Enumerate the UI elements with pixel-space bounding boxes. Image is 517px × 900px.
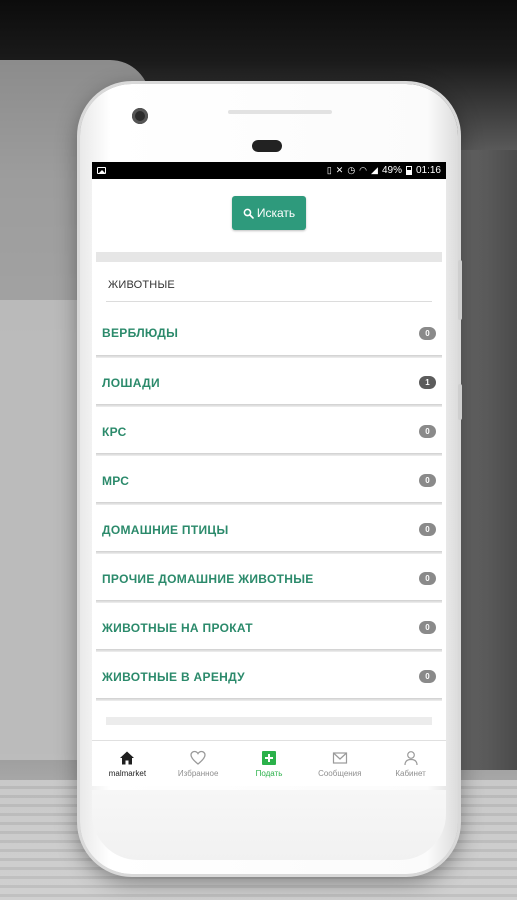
nav-messages-label: Сообщения <box>318 768 362 778</box>
category-item[interactable]: ЖИВОТНЫЕ В АРЕНДУ 0 <box>96 652 442 701</box>
divider-band <box>96 252 442 262</box>
heart-icon <box>190 750 206 765</box>
front-camera <box>132 108 148 124</box>
search-area: Искать <box>92 179 446 252</box>
signal-icon: ◢ <box>371 165 378 175</box>
volume-button <box>458 260 462 320</box>
background-blur-light <box>0 300 90 760</box>
envelope-icon <box>332 751 347 764</box>
category-label: ДОМАШНИЕ ПТИЦЫ <box>102 522 229 537</box>
nav-messages[interactable]: Сообщения <box>305 750 375 778</box>
category-label: МРС <box>102 473 130 488</box>
home-icon <box>120 751 135 764</box>
mute-icon: ✕ <box>335 165 344 175</box>
category-count-badge: 0 <box>419 326 436 340</box>
speaker-slot <box>252 140 282 152</box>
vibrate-icon: ▯ <box>326 165 332 175</box>
nav-home-label: malmarket <box>108 768 147 778</box>
battery-icon <box>405 166 412 175</box>
list-footer <box>92 701 446 727</box>
category-count-badge: 0 <box>419 474 436 487</box>
phone-chin <box>92 790 446 860</box>
clock: 01:16 <box>415 165 441 176</box>
nav-home[interactable]: malmarket <box>92 750 162 778</box>
category-item[interactable]: ЛОШАДИ 1 <box>96 358 442 407</box>
search-button-label: Искать <box>256 206 296 220</box>
earpiece <box>228 110 332 114</box>
app-screen: ▯ ✕ ◷ ◠ ◢ 49% 01:16 Искать ЖИВОТНЫЕ ВЕРБ… <box>92 162 446 786</box>
category-label: ВЕРБЛЮДЫ <box>102 326 179 340</box>
category-count-badge: 0 <box>419 425 436 438</box>
category-list: ВЕРБЛЮДЫ 0 ЛОШАДИ 1 КРС 0 МРС 0 ДОМАШНИЕ… <box>92 302 446 701</box>
category-label: ЛОШАДИ <box>102 375 160 390</box>
section-title: ЖИВОТНЫЕ <box>106 262 432 302</box>
image-notification-icon <box>97 167 106 174</box>
user-icon <box>403 750 418 765</box>
phone-frame: ▯ ✕ ◷ ◠ ◢ 49% 01:16 Искать ЖИВОТНЫЕ ВЕРБ… <box>80 84 462 874</box>
nav-account[interactable]: Кабинет <box>376 750 446 778</box>
status-bar: ▯ ✕ ◷ ◠ ◢ 49% 01:16 <box>92 162 446 179</box>
category-count-badge: 0 <box>419 670 436 683</box>
battery-percent: 49% <box>381 165 402 176</box>
category-item[interactable]: КРС 0 <box>96 407 442 456</box>
category-item[interactable]: ЖИВОТНЫЕ НА ПРОКАТ 0 <box>96 603 442 652</box>
category-count-badge: 1 <box>419 376 436 389</box>
wifi-icon: ◠ <box>359 165 368 175</box>
nav-favorites[interactable]: Избранное <box>163 750 233 778</box>
nav-post-ad[interactable]: Подать <box>234 750 304 778</box>
search-icon <box>243 208 254 219</box>
category-label: ЖИВОТНЫЕ НА ПРОКАТ <box>102 620 253 635</box>
bottom-navigation: malmarket Избранное Подать Сообщения Каб… <box>92 740 446 786</box>
plus-square-icon <box>261 750 276 765</box>
category-label: ЖИВОТНЫЕ В АРЕНДУ <box>102 669 245 684</box>
nav-post-ad-label: Подать <box>255 768 283 778</box>
category-count-badge: 0 <box>419 621 436 634</box>
category-item[interactable]: ВЕРБЛЮДЫ 0 <box>96 302 442 358</box>
category-label: КРС <box>102 424 127 439</box>
power-button <box>458 384 462 420</box>
category-count-badge: 0 <box>419 572 436 585</box>
category-item[interactable]: ДОМАШНИЕ ПТИЦЫ 0 <box>96 505 442 554</box>
search-button[interactable]: Искать <box>232 196 306 230</box>
nav-account-label: Кабинет <box>395 768 426 778</box>
alarm-icon: ◷ <box>347 165 356 175</box>
nav-favorites-label: Избранное <box>177 768 219 778</box>
category-label: ПРОЧИЕ ДОМАШНИЕ ЖИВОТНЫЕ <box>102 571 314 586</box>
category-count-badge: 0 <box>419 523 436 536</box>
category-item[interactable]: ПРОЧИЕ ДОМАШНИЕ ЖИВОТНЫЕ 0 <box>96 554 442 603</box>
category-item[interactable]: МРС 0 <box>96 456 442 505</box>
